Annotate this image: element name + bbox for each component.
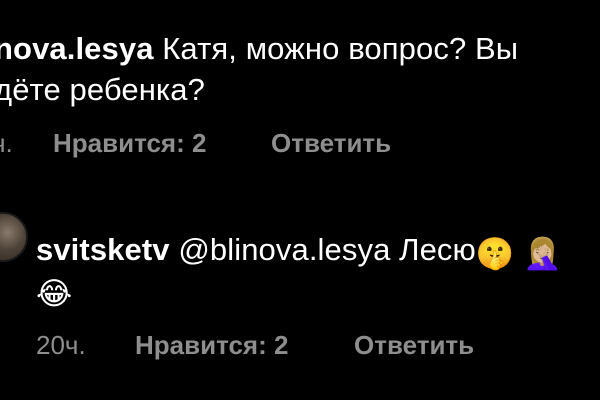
- comment-1-username[interactable]: nova.lesya: [0, 31, 154, 66]
- comment-2-likes-button[interactable]: Нравится: 2: [135, 330, 288, 361]
- comment-2-username[interactable]: svitsketv: [36, 232, 170, 267]
- comment-1-time: ч.: [0, 128, 13, 158]
- comment-1-body-line2: дёте ребенка?: [0, 72, 205, 107]
- shushing-face-emoji: 🤫: [475, 236, 515, 271]
- comment-1-text: nova.lesya Катя, можно вопрос? Вы: [0, 29, 518, 69]
- comment-2-text: svitsketv @blinova.lesya Лесю🤫 🤦🏼‍♀️: [36, 230, 562, 274]
- facepalm-emoji: 🤦🏼‍♀️: [523, 236, 563, 271]
- comment-2-time: 20ч.: [36, 330, 86, 360]
- comment-1-reply-button[interactable]: Ответить: [271, 128, 391, 159]
- comment-2-body: Лесю: [399, 232, 476, 267]
- comment-2-text-line2: 😂: [36, 270, 72, 314]
- comment-1-meta: ч. Нравится: 2 Ответить: [0, 128, 600, 160]
- comment-2-meta: 20ч. Нравится: 2 Ответить: [0, 330, 600, 362]
- comment-2-mention[interactable]: @blinova.lesya: [178, 232, 390, 267]
- comment-2-reply-button[interactable]: Ответить: [354, 330, 474, 361]
- comment-1-text-line2: дёте ребенка?: [0, 70, 205, 110]
- tears-of-joy-emoji: 😂: [36, 276, 73, 311]
- comment-1-body-line1: Катя, можно вопрос? Вы: [162, 31, 519, 66]
- user-avatar[interactable]: [0, 212, 28, 262]
- comment-1-likes-button[interactable]: Нравится: 2: [53, 128, 206, 159]
